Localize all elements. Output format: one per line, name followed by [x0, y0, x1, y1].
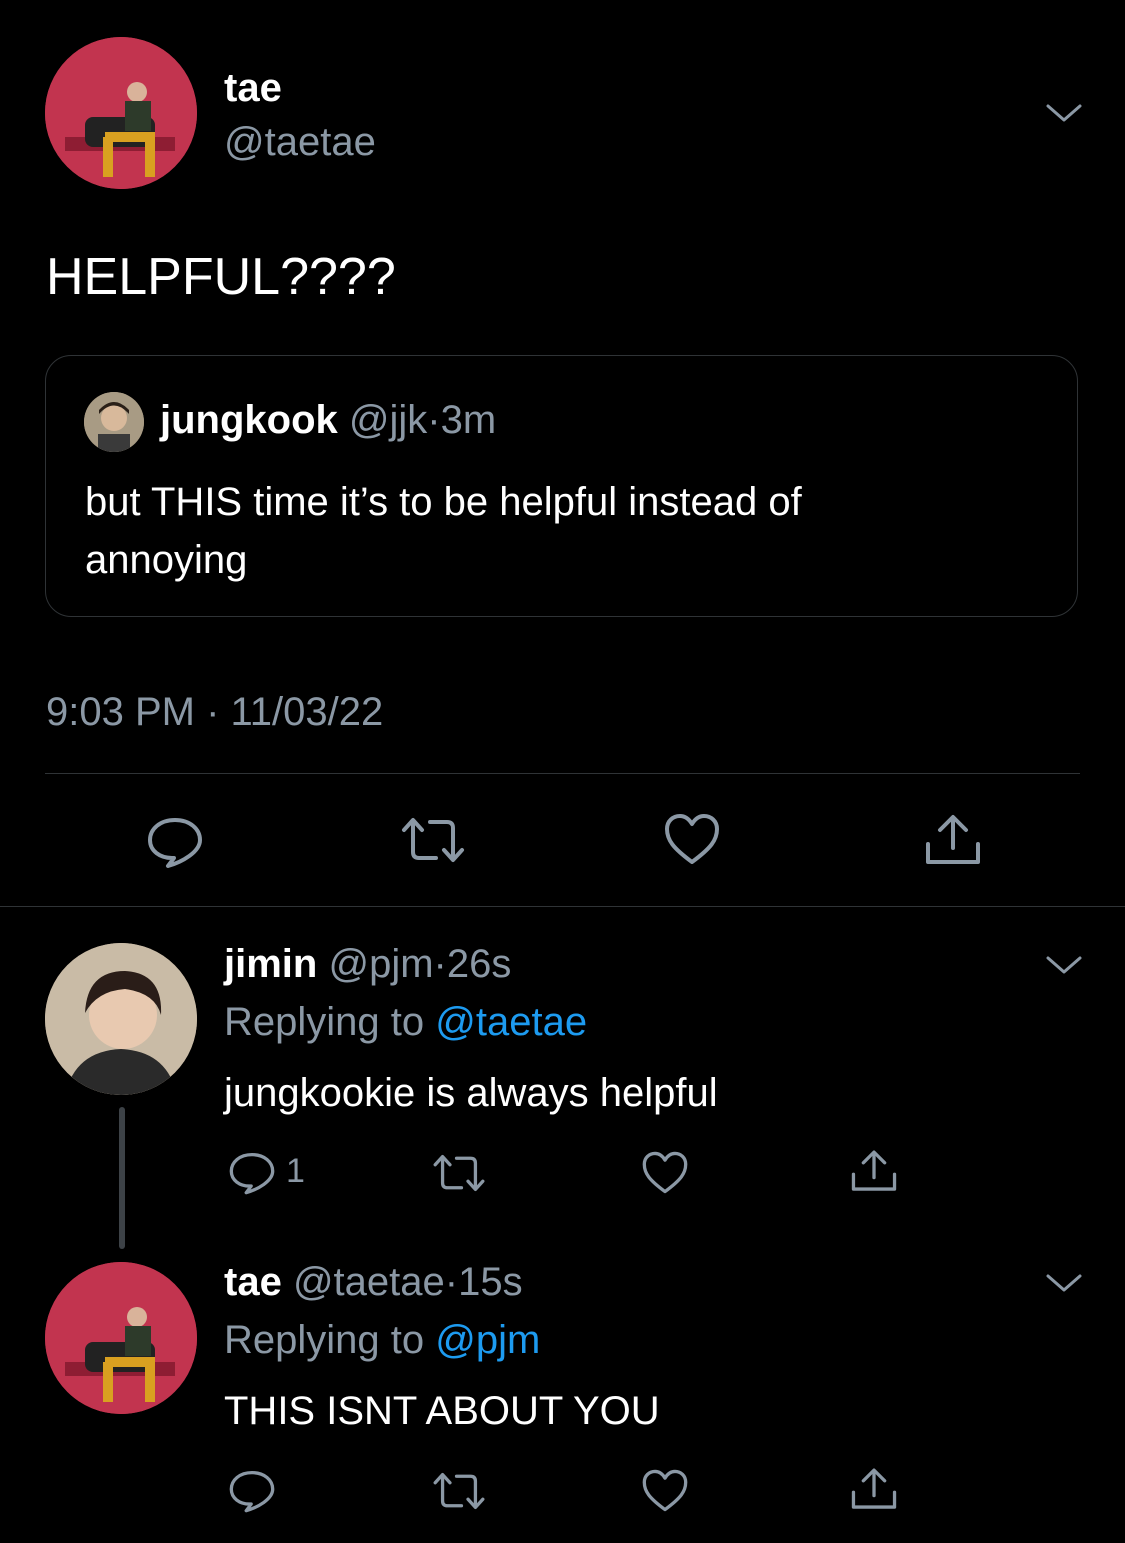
reply-1-handle[interactable]: @pjm — [328, 942, 433, 986]
chevron-down-icon[interactable] — [1044, 100, 1084, 126]
thread-line — [119, 1107, 125, 1249]
quoted-text-line-2: annoying — [85, 538, 248, 582]
share-icon[interactable] — [924, 812, 982, 868]
reply-1-text: jungkookie is always helpful — [224, 1071, 718, 1115]
reply-1-reply-count: 1 — [286, 1152, 305, 1190]
avatar-jimin[interactable] — [45, 943, 197, 1095]
share-icon[interactable] — [850, 1466, 898, 1512]
quoted-display-name[interactable]: jungkook — [160, 398, 338, 442]
author-handle[interactable]: @taetae — [224, 118, 376, 166]
reply-1-separator: · — [433, 942, 447, 986]
chevron-down-icon[interactable] — [1044, 952, 1084, 978]
reply-2-separator: · — [444, 1260, 459, 1304]
share-icon[interactable] — [850, 1148, 898, 1194]
reply-1-time: 26s — [446, 942, 512, 986]
heart-icon[interactable] — [641, 1150, 689, 1195]
section-divider — [0, 906, 1125, 907]
avatar-tae[interactable] — [45, 1262, 197, 1414]
chevron-down-icon[interactable] — [1044, 1270, 1084, 1296]
avatar-tae[interactable] — [45, 37, 197, 189]
divider — [45, 773, 1080, 774]
retweet-icon[interactable] — [430, 1468, 488, 1514]
reply-icon[interactable] — [228, 1148, 276, 1196]
quoted-time: 3m — [440, 398, 497, 442]
tweet-timestamp: 9:03 PM · 11/03/22 — [46, 690, 384, 734]
reply-2-replying-prefix: Replying to — [224, 1318, 425, 1362]
reply-icon[interactable] — [146, 812, 204, 870]
retweet-icon[interactable] — [398, 812, 468, 868]
reply-1-replying-handle[interactable]: @taetae — [435, 1000, 587, 1044]
reply-2-handle[interactable]: @taetae — [293, 1260, 445, 1304]
heart-icon[interactable] — [663, 812, 721, 866]
reply-2-time: 15s — [458, 1260, 523, 1304]
retweet-icon[interactable] — [430, 1150, 488, 1196]
reply-1-display-name[interactable]: jimin — [224, 942, 317, 986]
quoted-tweet-card[interactable]: jungkook @jjk·3m but THIS time it’s to b… — [45, 355, 1078, 617]
quoted-separator: · — [427, 398, 441, 442]
avatar-jungkook — [84, 392, 144, 452]
author-display-name[interactable]: tae — [224, 64, 282, 112]
reply-icon[interactable] — [228, 1466, 276, 1514]
reply-2-replying-handle[interactable]: @pjm — [435, 1318, 540, 1362]
quoted-handle[interactable]: @jjk — [349, 398, 427, 442]
tweet-text: HELPFUL???? — [46, 248, 396, 306]
heart-icon[interactable] — [641, 1468, 689, 1513]
reply-2-text: THIS ISNT ABOUT YOU — [224, 1389, 660, 1433]
reply-2-display-name[interactable]: tae — [224, 1260, 282, 1304]
quoted-text-line-1: but THIS time it’s to be helpful instead… — [85, 480, 802, 524]
reply-1-replying-prefix: Replying to — [224, 1000, 425, 1044]
